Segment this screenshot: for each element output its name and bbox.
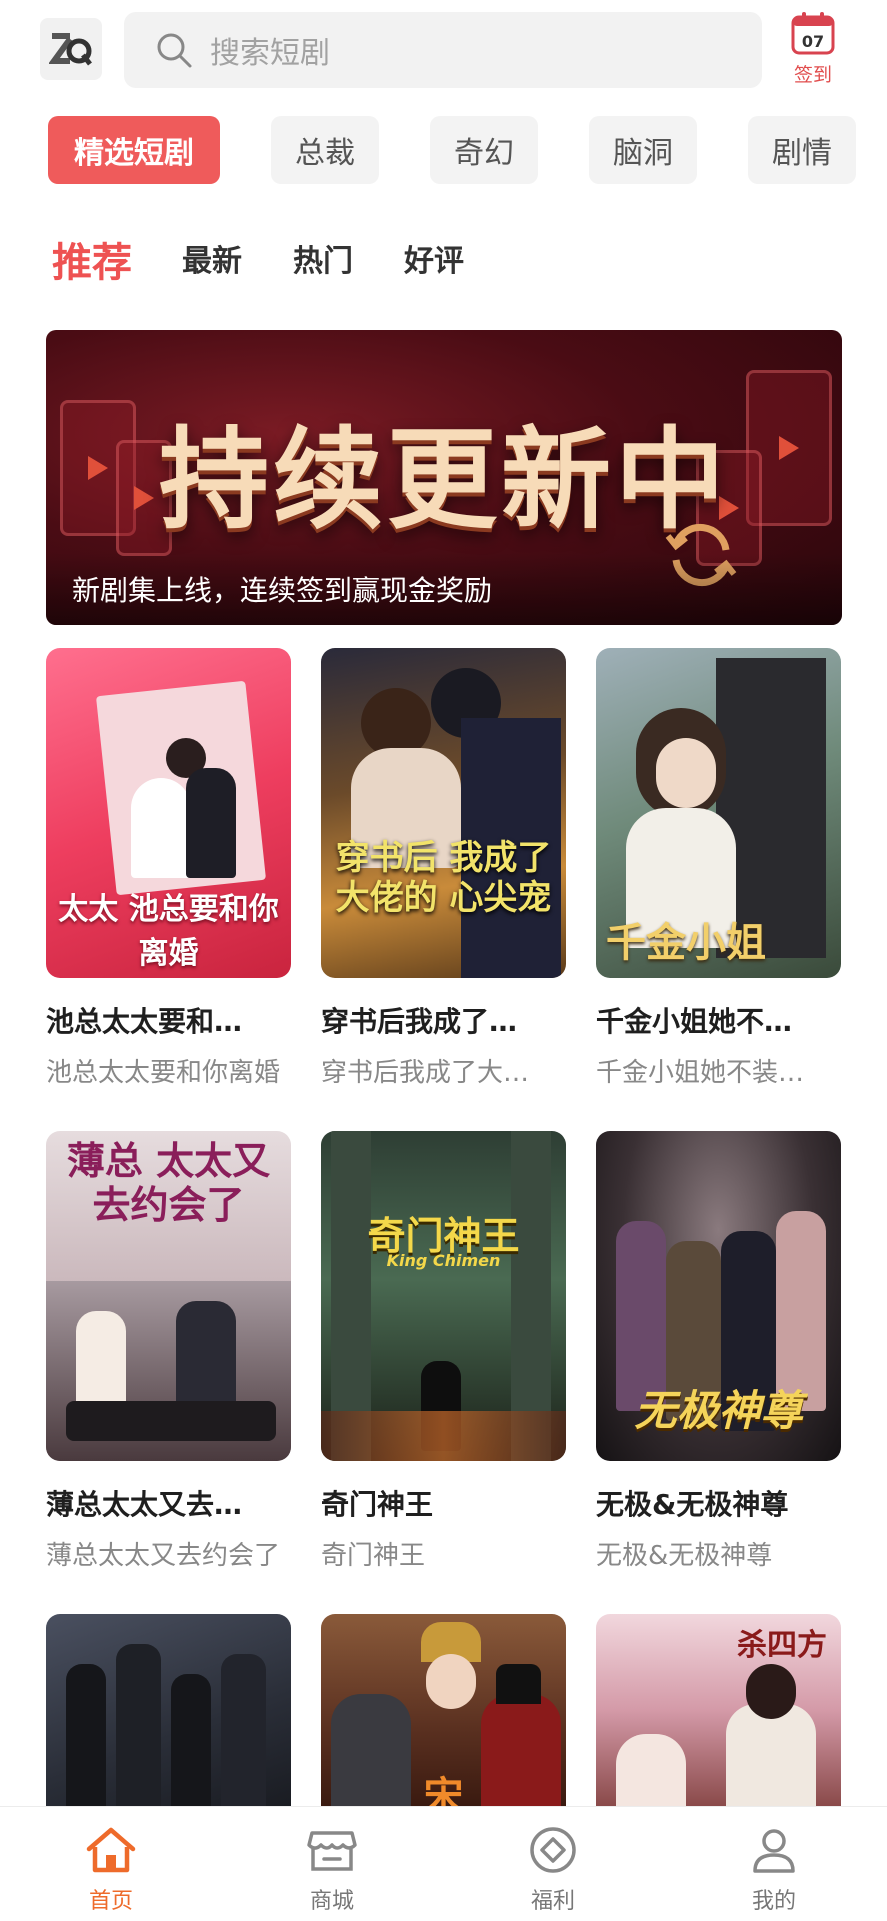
drama-poster: 太太 池总要和你离婚 <box>46 648 291 978</box>
signin-button[interactable]: 07 签到 <box>780 10 846 96</box>
category-chip-featured[interactable]: 精选短剧 <box>48 116 220 184</box>
poster-title: 无极神尊 <box>634 1386 803 1435</box>
drama-poster: 穿书后 我成了大佬的 心尖宠 <box>321 648 566 978</box>
drama-title: 奇门神王 <box>321 1488 434 1521</box>
nav-welfare-label: 福利 <box>530 1889 575 1914</box>
drama-title: 无极&无极神尊 <box>596 1488 789 1521</box>
poster-title: 穿书后 我成了大佬的 心尖宠 <box>335 838 552 918</box>
nav-home-label: 首页 <box>88 1889 133 1914</box>
drama-card[interactable]: 杀四方 <box>596 1614 841 1806</box>
promo-banner[interactable]: 持续更新中 新剧集上线，连续签到赢现金奖励 <box>46 330 842 625</box>
drama-card[interactable]: 奇门神王 King Chimen 奇门神王 奇门神王 <box>321 1131 566 1572</box>
app-logo <box>40 18 102 80</box>
drama-card[interactable] <box>46 1614 291 1806</box>
signin-label: 签到 <box>793 64 832 86</box>
welfare-icon <box>530 1827 576 1873</box>
drama-poster: 无极神尊 <box>596 1131 841 1461</box>
drama-subtitle: 无极&无极神尊 <box>596 1541 773 1571</box>
profile-icon <box>753 1829 795 1873</box>
bottom-nav: 首页 商城 福利 我的 <box>0 1806 887 1921</box>
tab-hot[interactable]: 热门 <box>293 236 353 280</box>
drama-poster: 千金小姐 <box>596 648 841 978</box>
drama-subtitle: 穿书后我成了大… <box>321 1058 530 1088</box>
poster-title: 薄总 太太又 去约会了 <box>66 1138 271 1227</box>
tab-latest[interactable]: 最新 <box>182 236 242 280</box>
drama-card[interactable]: 薄总 太太又 去约会了 薄总太太又去… 薄总太太又去约会了 <box>46 1131 291 1572</box>
nav-welfare[interactable]: 福利 <box>493 1825 613 1915</box>
poster-title: 杀四方 <box>737 1628 827 1663</box>
drama-poster: 薄总 太太又 去约会了 <box>46 1131 291 1461</box>
calendar-icon: 07 <box>791 12 835 55</box>
category-chip-brainhole[interactable]: 脑洞 <box>589 116 697 184</box>
signin-day: 07 <box>802 32 824 51</box>
category-chip-drama[interactable]: 剧情 <box>748 116 856 184</box>
drama-subtitle: 池总太太要和你离婚 <box>46 1058 281 1088</box>
drama-title: 池总太太要和… <box>46 1005 243 1038</box>
nav-home[interactable]: 首页 <box>51 1825 171 1915</box>
tab-recommend[interactable]: 推荐 <box>52 230 132 288</box>
drama-title: 穿书后我成了… <box>321 1005 518 1038</box>
search-icon <box>157 33 192 68</box>
category-chip-ceo[interactable]: 总裁 <box>271 116 379 184</box>
tab-top-rated[interactable]: 好评 <box>404 236 464 280</box>
drama-card[interactable]: 无极神尊 无极&无极神尊 无极&无极神尊 <box>596 1131 841 1572</box>
drama-card[interactable]: 宋 <box>321 1614 566 1806</box>
drama-card[interactable]: 穿书后 我成了大佬的 心尖宠 穿书后我成了… 穿书后我成了大… <box>321 648 566 1089</box>
drama-poster: 宋 <box>321 1614 566 1806</box>
search-placeholder: 搜索短剧 <box>210 36 330 71</box>
drama-title: 千金小姐她不… <box>596 1005 793 1038</box>
poster-title: 千金小姐 <box>606 919 766 966</box>
poster-title: 宋 <box>423 1774 464 1806</box>
drama-title: 薄总太太又去… <box>46 1488 243 1521</box>
nav-store[interactable]: 商城 <box>272 1825 392 1915</box>
drama-poster: 奇门神王 King Chimen <box>321 1131 566 1461</box>
drama-subtitle: 奇门神王 <box>321 1541 426 1571</box>
drama-card[interactable]: 千金小姐 千金小姐她不… 千金小姐她不装… <box>596 648 841 1089</box>
drama-subtitle: 薄总太太又去约会了 <box>46 1541 281 1571</box>
banner-caption: 新剧集上线，连续签到赢现金奖励 <box>46 553 842 625</box>
app-logo-icon <box>49 33 92 66</box>
drama-subtitle: 千金小姐她不装… <box>596 1058 805 1088</box>
store-icon <box>307 1831 357 1871</box>
search-input[interactable]: 搜索短剧 <box>124 12 762 88</box>
nav-store-label: 商城 <box>309 1889 354 1914</box>
category-chip-fantasy[interactable]: 奇幻 <box>430 116 538 184</box>
drama-poster: 杀四方 <box>596 1614 841 1806</box>
drama-card[interactable]: 太太 池总要和你离婚 池总太太要和… 池总太太要和你离婚 <box>46 648 291 1089</box>
home-icon <box>86 1827 136 1873</box>
poster-subtitle: King Chimen <box>386 1251 501 1270</box>
drama-poster <box>46 1614 291 1806</box>
nav-profile-label: 我的 <box>751 1889 796 1914</box>
poster-title: 太太 池总要和你离婚 <box>58 892 279 971</box>
nav-profile[interactable]: 我的 <box>714 1825 834 1915</box>
